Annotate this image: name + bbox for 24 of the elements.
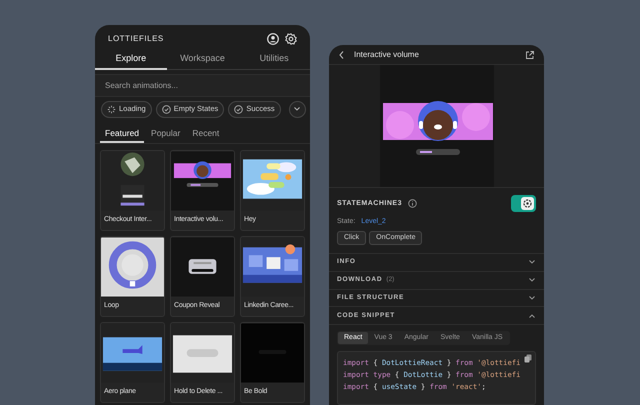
back-button[interactable] — [338, 50, 346, 60]
chevron-left-icon — [338, 50, 345, 60]
copy-icon — [524, 354, 533, 364]
spinner-icon — [107, 104, 116, 114]
tab[interactable]: Utilities — [238, 50, 310, 70]
search-field[interactable]: Search animations... — [95, 74, 310, 97]
tab[interactable]: Explore — [95, 50, 167, 70]
chevron-down-icon — [293, 105, 302, 113]
panel-title: Interactive volume — [354, 48, 420, 61]
open-external-button[interactable] — [525, 50, 535, 60]
check-circle-icon — [234, 104, 244, 114]
info-icon — [408, 199, 417, 208]
state-machine-button[interactable] — [511, 195, 536, 212]
tab[interactable]: Popular — [146, 126, 186, 143]
settings-icon — [285, 32, 297, 44]
brand-name: LOTTIEFILES — [108, 32, 164, 44]
external-link-icon — [525, 50, 535, 60]
tab[interactable]: Featured — [100, 126, 144, 143]
check-circle-icon — [162, 104, 171, 114]
tab[interactable]: Workspace — [166, 50, 238, 70]
user-icon — [267, 32, 279, 44]
gear-icon — [521, 197, 534, 210]
more-button[interactable] — [288, 100, 306, 118]
tab[interactable]: Recent — [187, 126, 224, 143]
